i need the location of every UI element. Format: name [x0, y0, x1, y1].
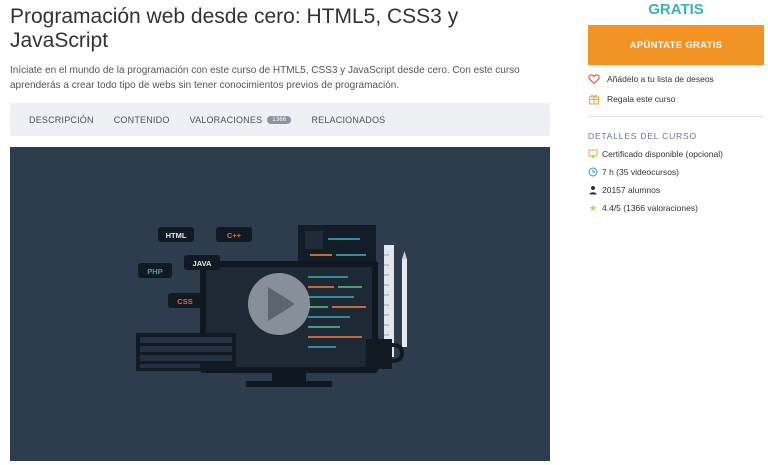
video-illustration: HTML C++ JAVA PHP CSS	[136, 225, 407, 387]
tab-relacionados[interactable]: Relacionados	[311, 115, 385, 125]
mug	[366, 339, 392, 369]
tag-css: CSS	[168, 293, 202, 308]
svg-text:CSS: CSS	[177, 297, 192, 306]
gift-link[interactable]: Regala este curso	[588, 93, 764, 105]
star-icon: ★	[588, 202, 598, 213]
detail-text: 7 h (35 videocursos)	[602, 167, 680, 177]
tag-html: HTML	[158, 227, 194, 242]
svg-text:C++: C++	[227, 231, 242, 240]
course-video-player[interactable]: HTML C++ JAVA PHP CSS	[10, 147, 550, 461]
wishlist-label: Añádelo a tu lista de deseos	[607, 74, 714, 84]
course-main: Programación web desde cero: HTML5, CSS3…	[10, 0, 550, 136]
divider	[588, 116, 764, 117]
detail-text: 4.4/5 (1366 valoraciones)	[602, 203, 698, 213]
details-heading: DETALLES DEL CURSO	[588, 131, 697, 141]
detail-rating: ★ 4.4/5 (1366 valoraciones)	[588, 202, 764, 214]
gift-label: Regala este curso	[607, 94, 676, 104]
tag-php: PHP	[138, 263, 172, 278]
certificate-icon	[588, 149, 598, 159]
course-title: Programación web desde cero: HTML5, CSS3…	[10, 5, 459, 52]
play-icon[interactable]	[248, 273, 310, 335]
course-description: Iníciate en el mundo de la programación …	[10, 65, 520, 91]
tag-java: JAVA	[184, 255, 220, 270]
enroll-button[interactable]: APÚNTATE GRATIS	[588, 25, 764, 65]
detail-students: 20157 alumnos	[588, 185, 764, 195]
detail-certificate: Certificado disponible (opcional)	[588, 149, 764, 159]
tab-label: Descripción	[29, 114, 94, 125]
price-label: GRATIS	[648, 1, 704, 18]
tab-label: Contenido	[113, 114, 170, 125]
tab-descripcion[interactable]: Descripción	[29, 115, 94, 125]
course-sidebar: GRATIS APÚNTATE GRATIS Añádelo a tu list…	[588, 0, 764, 213]
reviews-count-badge: 1366	[267, 115, 292, 124]
clock-icon	[588, 167, 598, 177]
tag-cpp: C++	[216, 227, 252, 242]
pencil	[402, 259, 407, 347]
wishlist-link[interactable]: Añádelo a tu lista de deseos	[588, 73, 764, 85]
svg-text:HTML: HTML	[166, 231, 187, 240]
tab-label: Valoraciones	[189, 114, 263, 125]
detail-duration: 7 h (35 videocursos)	[588, 167, 764, 177]
user-icon	[588, 185, 598, 195]
svg-text:PHP: PHP	[147, 267, 162, 276]
detail-text: Certificado disponible (opcional)	[602, 149, 723, 159]
gift-icon	[588, 93, 600, 105]
tab-label: Relacionados	[311, 114, 386, 125]
tab-valoraciones[interactable]: Valoraciones 1366	[190, 115, 292, 125]
tab-contenido[interactable]: Contenido	[114, 115, 170, 125]
svg-text:JAVA: JAVA	[193, 259, 212, 268]
course-tabs: Descripción Contenido Valoraciones 1366 R…	[10, 103, 550, 136]
detail-text: 20157 alumnos	[602, 185, 661, 195]
heart-icon	[588, 73, 600, 85]
